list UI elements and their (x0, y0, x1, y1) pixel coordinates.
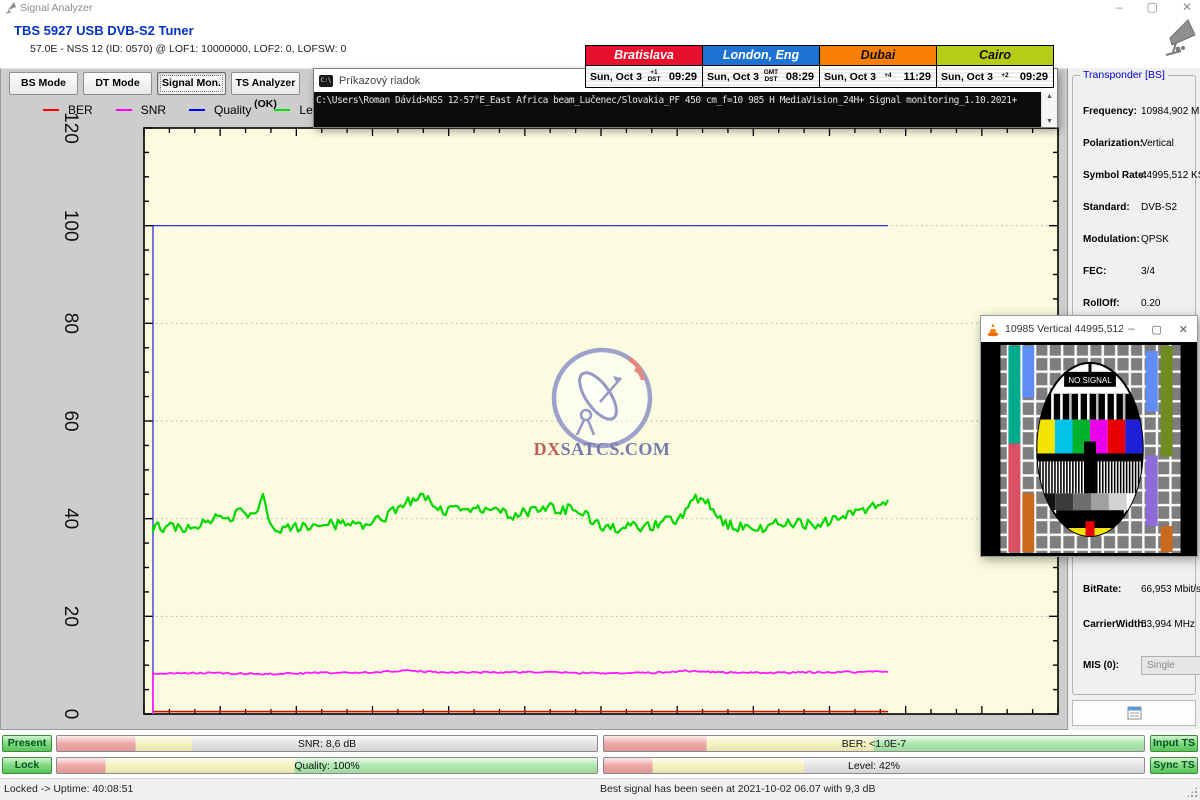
close-button[interactable]: ✕ (1182, 0, 1192, 14)
sync-ts-button[interactable]: Sync TS (1150, 757, 1198, 774)
svg-text:20: 20 (60, 606, 81, 627)
bitrate-row: BitRate:66,953 Mbit/s (1083, 584, 1199, 595)
clock-city: London, Eng (703, 46, 819, 66)
clock-cairo: Cairo Sun, Oct 3 +2 09:29 (936, 45, 1054, 88)
clock-dubai: Dubai Sun, Oct 3 +4 11:29 (819, 45, 937, 88)
tuner-panel: BS Mode DT Mode Signal Mon. TS Analyzer … (0, 68, 1068, 730)
signal-monitor-chart: 0 20 40 60 80 100 120 DXSATCS.COM (1, 97, 1069, 731)
status-bar: Locked -> Uptime: 40:08:51 Best signal h… (0, 778, 1200, 800)
dt-mode-button[interactable]: DT Mode (83, 72, 152, 95)
symbol-rate-row: Symbol Rate:44995,512 KS/s (1083, 170, 1199, 181)
bs-mode-button[interactable]: BS Mode (9, 72, 78, 95)
cmd-window-title: Príkazový riadok (339, 75, 420, 87)
cmd-icon: C:\ (319, 75, 333, 87)
level-bar-text: Level: 42% (604, 758, 1144, 774)
vlc-player-window: 10985 Vertical 44995,512 / ... – ▢ ✕ (980, 315, 1198, 557)
svg-text:80: 80 (60, 313, 81, 334)
lock-button[interactable]: Lock (2, 757, 52, 774)
mis-dropdown[interactable]: Single (1141, 656, 1200, 675)
snr-bar-text: SNR: 8,6 dB (57, 736, 597, 752)
list-icon (1127, 706, 1142, 720)
clock-date: Sun, Oct 3 (586, 71, 642, 83)
ts-analyzer-button[interactable]: TS Analyzer (OK) (231, 72, 300, 95)
fec-row: FEC:3/4 (1083, 266, 1199, 277)
clock-city: Bratislava (586, 46, 702, 66)
svg-text:100: 100 (60, 210, 81, 242)
clock-time: 09:29 (1020, 71, 1053, 83)
clock-time: 09:29 (669, 71, 702, 83)
svg-text:0: 0 (60, 709, 81, 720)
best-signal-status: Best signal has been seen at 2021-10-02 … (600, 783, 876, 795)
clock-timezone: +4 (876, 73, 900, 80)
transponder-title: Transponder [BS] (1080, 69, 1168, 81)
mis-row: MIS (0): Single (1083, 660, 1199, 671)
quality-bar: Quality: 100% (56, 757, 598, 774)
cmd-scrollbar[interactable]: ▲ ▼ (1041, 92, 1057, 127)
satellite-dish-icon (1152, 18, 1198, 60)
lock-uptime-status: Locked -> Uptime: 40:08:51 (4, 783, 133, 795)
clock-time: 11:29 (903, 71, 936, 83)
carrier-width-row: CarrierWidth:53,994 MHz (1083, 619, 1199, 630)
frequency-row: Frequency:10984,902 MHz (1083, 106, 1199, 117)
clock-timezone: +2 (993, 73, 1017, 80)
cmd-console-text[interactable]: C:\Users\Roman Dávid>NSS 12-57°E_East Af… (314, 92, 1041, 127)
clock-city: Dubai (820, 46, 936, 66)
input-ts-button[interactable]: Input TS (1150, 735, 1198, 752)
signal-mon-button[interactable]: Signal Mon. (157, 72, 226, 95)
title-bar: Signal Analyzer – ▢ ✕ (0, 0, 1200, 17)
clock-bratislava: Bratislava Sun, Oct 3 +1DST 09:29 (585, 45, 703, 88)
ts-list-button[interactable] (1072, 700, 1196, 726)
quality-bar-text: Quality: 100% (57, 758, 597, 774)
level-bar: Level: 42% (603, 757, 1145, 774)
clock-date: Sun, Oct 3 (820, 71, 876, 83)
svg-text:NO SIGNAL: NO SIGNAL (1068, 376, 1112, 385)
vlc-cone-icon (986, 322, 1000, 337)
clock-timezone: +1DST (642, 70, 666, 83)
clock-city: Cairo (937, 46, 1053, 66)
app-icon (5, 2, 17, 14)
standard-row: Standard:DVB-S2 (1083, 202, 1199, 213)
polarization-row: Polarization:Vertical (1083, 138, 1199, 149)
window-title: Signal Analyzer (20, 2, 92, 14)
device-title: TBS 5927 USB DVB-S2 Tuner (14, 23, 194, 38)
vlc-video-area[interactable]: NO SIGNAL (981, 342, 1197, 556)
svg-text:40: 40 (60, 508, 81, 529)
test-card: NO SIGNAL (994, 342, 1187, 556)
maximize-button[interactable]: ▢ (1147, 0, 1158, 14)
minimize-button[interactable]: – (1116, 0, 1123, 14)
svg-text:120: 120 (60, 112, 81, 144)
clock-date: Sun, Oct 3 (937, 71, 993, 83)
vlc-maximize-button[interactable]: ▢ (1151, 323, 1161, 336)
snr-bar: SNR: 8,6 dB (56, 735, 598, 752)
modulation-row: Modulation:QPSK (1083, 234, 1199, 245)
clock-london: London, Eng Sun, Oct 3 GMTDST 08:29 (702, 45, 820, 88)
present-button[interactable]: Present (2, 735, 52, 752)
tuning-summary: 57.0E - NSS 12 (ID: 0570) @ LOF1: 100000… (30, 43, 346, 55)
ber-bar: BER: <1.0E-7 (603, 735, 1145, 752)
clock-timezone: GMTDST (759, 70, 783, 83)
svg-text:60: 60 (60, 410, 81, 431)
vlc-title-bar[interactable]: 10985 Vertical 44995,512 / ... – ▢ ✕ (981, 316, 1197, 342)
resize-grip-icon[interactable] (1187, 787, 1197, 797)
vlc-window-title: 10985 Vertical 44995,512 / ... (1005, 323, 1123, 335)
world-clocks: Bratislava Sun, Oct 3 +1DST 09:29 London… (585, 45, 1058, 88)
clock-date: Sun, Oct 3 (703, 71, 759, 83)
scroll-down-icon[interactable]: ▼ (1046, 118, 1053, 126)
scroll-up-icon[interactable]: ▲ (1046, 93, 1053, 101)
ber-bar-text: BER: <1.0E-7 (604, 736, 1144, 752)
vlc-close-button[interactable]: ✕ (1179, 323, 1188, 336)
vlc-minimize-button[interactable]: – (1128, 323, 1134, 336)
rolloff-row: RollOff:0.20 (1083, 298, 1199, 309)
clock-time: 08:29 (786, 71, 819, 83)
mode-buttons: BS Mode DT Mode Signal Mon. TS Analyzer … (9, 72, 300, 95)
svg-text:DXSATCS.COM: DXSATCS.COM (534, 439, 671, 459)
